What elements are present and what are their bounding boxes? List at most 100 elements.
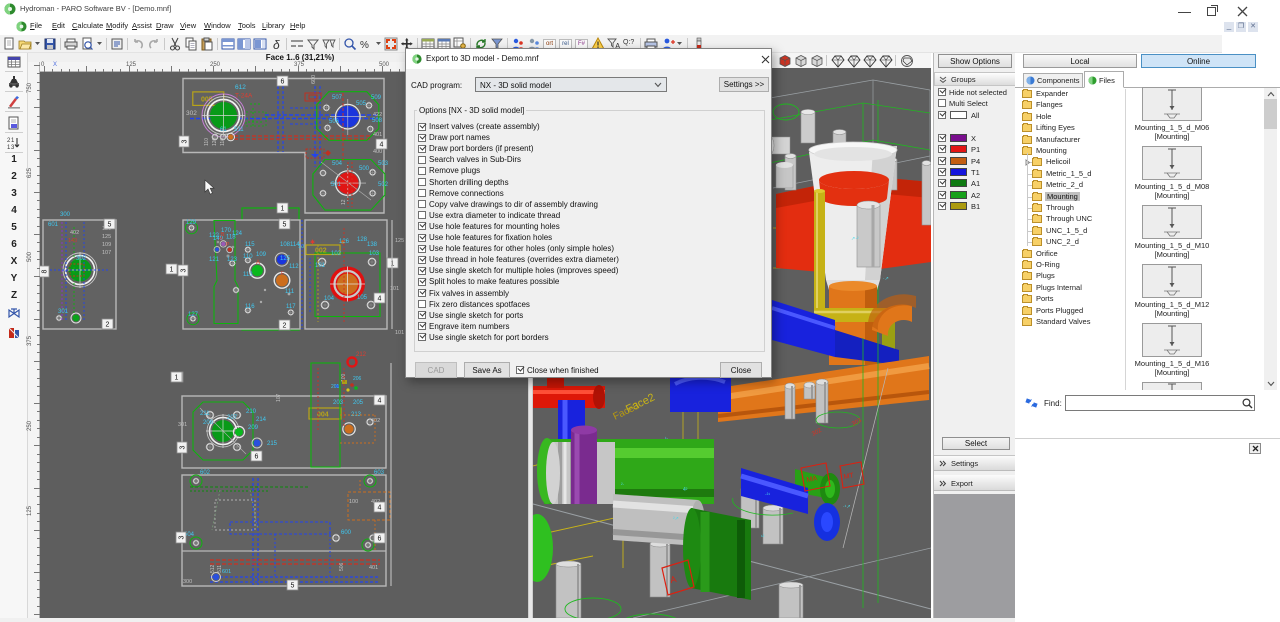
svg-text:3: 3 bbox=[180, 445, 187, 449]
svg-text:302: 302 bbox=[186, 110, 197, 117]
svg-text:509: 509 bbox=[371, 95, 382, 101]
svg-text:12: 12 bbox=[341, 199, 347, 205]
svg-text:209: 209 bbox=[248, 425, 259, 431]
svg-text:303: 303 bbox=[851, 417, 863, 427]
svg-text:✱: ✱ bbox=[310, 239, 315, 246]
svg-text:111: 111 bbox=[285, 289, 295, 295]
svg-text:104: 104 bbox=[324, 296, 335, 302]
svg-text:507: 507 bbox=[332, 95, 343, 101]
svg-text:402: 402 bbox=[371, 418, 380, 424]
svg-text:208: 208 bbox=[203, 420, 214, 426]
svg-text:504: 504 bbox=[332, 161, 343, 167]
svg-text:501: 501 bbox=[331, 182, 342, 188]
svg-text:²↗: ²↗ bbox=[673, 516, 679, 522]
svg-text:3: 3 bbox=[11, 145, 15, 150]
svg-text:101: 101 bbox=[395, 330, 404, 336]
svg-text:215: 215 bbox=[267, 441, 278, 447]
svg-text:²·: ²· bbox=[621, 482, 625, 488]
svg-text:107: 107 bbox=[102, 250, 111, 256]
svg-text:125: 125 bbox=[280, 256, 291, 262]
svg-text:203: 203 bbox=[333, 400, 344, 406]
svg-text:A: A bbox=[256, 260, 260, 266]
svg-text:·²¹: ·²¹ bbox=[765, 492, 770, 498]
svg-text:600: 600 bbox=[341, 530, 352, 536]
svg-text:206: 206 bbox=[353, 376, 362, 382]
svg-text:500: 500 bbox=[359, 166, 370, 172]
svg-text:109: 109 bbox=[102, 242, 111, 248]
svg-text:402: 402 bbox=[70, 230, 79, 236]
svg-text:505: 505 bbox=[356, 101, 367, 107]
svg-text:6: 6 bbox=[378, 536, 382, 543]
svg-text:512: 512 bbox=[210, 564, 216, 573]
svg-text:120: 120 bbox=[212, 137, 218, 146]
svg-text:δ: δ bbox=[273, 38, 280, 51]
svg-text:↗·²: ↗·² bbox=[851, 236, 859, 242]
svg-text:6: 6 bbox=[255, 454, 259, 461]
svg-text:101: 101 bbox=[315, 263, 326, 269]
svg-text:201: 201 bbox=[331, 384, 340, 390]
svg-text:103: 103 bbox=[369, 251, 380, 257]
svg-text:%: % bbox=[360, 40, 369, 51]
svg-text:603: 603 bbox=[374, 470, 385, 476]
svg-text:113: 113 bbox=[243, 272, 253, 278]
svg-text:602: 602 bbox=[200, 470, 211, 476]
svg-text:300: 300 bbox=[60, 212, 71, 218]
svg-text:¹²: ¹² bbox=[761, 534, 765, 540]
svg-text:109: 109 bbox=[256, 252, 267, 258]
svg-text:61: 61 bbox=[220, 127, 227, 133]
svg-text:600: 600 bbox=[311, 75, 317, 84]
svg-text:3: 3 bbox=[181, 268, 188, 272]
svg-text:601: 601 bbox=[48, 222, 59, 228]
svg-text:002: 002 bbox=[315, 248, 327, 255]
svg-text:502: 502 bbox=[378, 182, 389, 188]
svg-text:401: 401 bbox=[373, 132, 382, 138]
svg-text:300: 300 bbox=[183, 579, 192, 585]
svg-text:210: 210 bbox=[246, 409, 257, 415]
svg-text:401: 401 bbox=[369, 565, 378, 571]
svg-text:508: 508 bbox=[372, 118, 383, 124]
svg-text:4: 4 bbox=[378, 505, 382, 512]
svg-text:4²: 4² bbox=[683, 487, 688, 493]
svg-text:601: 601 bbox=[222, 569, 231, 575]
svg-text:140: 140 bbox=[68, 238, 77, 244]
svg-text:125: 125 bbox=[102, 234, 111, 240]
svg-text:2: 2 bbox=[283, 323, 287, 330]
svg-text:·¹↗: ·¹↗ bbox=[843, 504, 851, 510]
svg-text:A: A bbox=[669, 574, 677, 585]
svg-text:1: 1 bbox=[175, 375, 179, 382]
svg-text:4: 4 bbox=[378, 296, 382, 303]
svg-text:506: 506 bbox=[329, 119, 340, 125]
svg-text:004: 004 bbox=[317, 412, 329, 419]
svg-text:101: 101 bbox=[390, 286, 399, 292]
svg-text:125: 125 bbox=[395, 238, 404, 244]
svg-text:212: 212 bbox=[356, 352, 367, 358]
svg-text:422: 422 bbox=[373, 112, 382, 118]
svg-text:115: 115 bbox=[245, 242, 255, 248]
svg-text:110: 110 bbox=[220, 138, 226, 146]
svg-text:123: 123 bbox=[227, 257, 238, 263]
svg-text:Face2: Face2 bbox=[624, 392, 657, 416]
svg-text:MT: MT bbox=[843, 472, 855, 481]
svg-text:214: 214 bbox=[256, 417, 267, 423]
svg-text:302: 302 bbox=[811, 427, 823, 437]
svg-text:211: 211 bbox=[200, 411, 210, 417]
svg-text:612: 612 bbox=[235, 84, 246, 91]
svg-text:1: 1 bbox=[11, 138, 15, 144]
svg-text:6: 6 bbox=[281, 79, 285, 86]
svg-text:506: 506 bbox=[339, 562, 345, 571]
svg-text:5: 5 bbox=[283, 222, 287, 229]
svg-text:110: 110 bbox=[243, 254, 253, 260]
svg-text:207: 207 bbox=[227, 415, 238, 421]
svg-text:8: 8 bbox=[42, 269, 49, 273]
svg-text:301: 301 bbox=[178, 422, 187, 428]
svg-text:129: 129 bbox=[186, 220, 197, 226]
svg-text:107: 107 bbox=[276, 393, 282, 402]
svg-text:301: 301 bbox=[58, 309, 69, 315]
svg-text:400: 400 bbox=[373, 149, 382, 155]
svg-text:·↗: ·↗ bbox=[883, 276, 889, 282]
svg-text:511: 511 bbox=[234, 127, 244, 133]
svg-text:302: 302 bbox=[76, 256, 87, 262]
svg-text:511: 511 bbox=[217, 565, 223, 573]
svg-text:117: 117 bbox=[286, 304, 296, 310]
svg-text:118: 118 bbox=[226, 235, 236, 241]
